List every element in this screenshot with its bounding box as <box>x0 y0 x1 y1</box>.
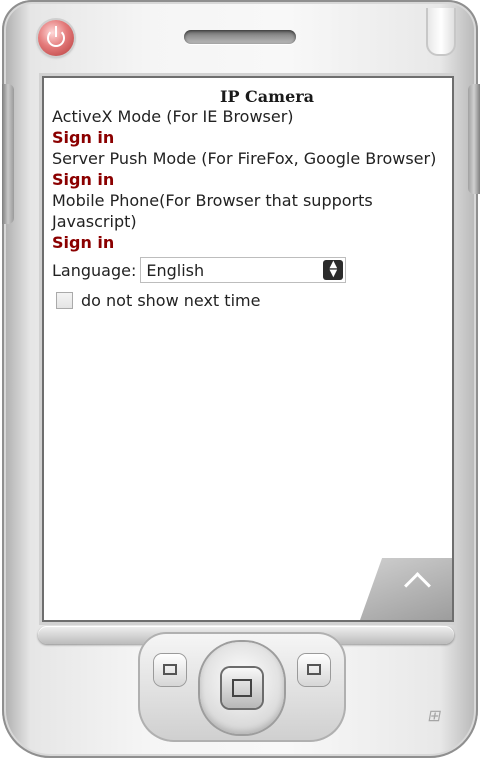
dpad-center-button[interactable] <box>222 668 262 708</box>
language-label: Language: <box>52 260 137 280</box>
device-screen: IP Camera ActiveX Mode (For IE Browser) … <box>42 76 454 622</box>
side-button-right[interactable] <box>468 84 480 194</box>
signin-link-mobile[interactable]: Sign in <box>52 232 448 253</box>
signin-link-activex[interactable]: Sign in <box>52 127 448 148</box>
language-select[interactable]: English ▲ ▼ <box>140 257 347 283</box>
page-title: IP Camera <box>219 87 315 106</box>
windows-logo-icon: ⊞ <box>426 706 444 725</box>
mode-description-mobile: Mobile Phone(For Browser that supports J… <box>52 191 373 231</box>
dont-show-checkbox[interactable] <box>56 291 73 309</box>
dont-show-label: do not show next time <box>81 290 261 310</box>
language-row: Language: English ▲ ▼ <box>52 255 448 285</box>
calendar-key[interactable] <box>154 654 186 686</box>
power-icon[interactable] <box>38 20 74 56</box>
dont-show-row: do not show next time <box>52 287 448 313</box>
mode-description-activex: ActiveX Mode (For IE Browser) <box>52 107 294 126</box>
softkey-button[interactable] <box>360 558 452 620</box>
side-button-left[interactable] <box>2 84 14 224</box>
dpad[interactable] <box>200 642 284 734</box>
stylus-slot <box>426 8 456 56</box>
pda-device-frame: IP Camera ActiveX Mode (For IE Browser) … <box>2 0 480 758</box>
contacts-icon <box>307 664 321 675</box>
chevron-up-icon <box>404 572 431 599</box>
language-selected-value: English <box>146 261 205 280</box>
contacts-key[interactable] <box>298 654 330 686</box>
hardware-nav-cluster <box>138 632 346 742</box>
speaker-grille <box>184 30 296 44</box>
chevron-updown-icon: ▲ ▼ <box>323 260 344 280</box>
mode-description-server-push: Server Push Mode (For FireFox, Google Br… <box>52 149 437 168</box>
page-content: IP Camera ActiveX Mode (For IE Browser) … <box>52 88 448 313</box>
calendar-icon <box>163 664 177 675</box>
signin-link-server-push[interactable]: Sign in <box>52 169 448 190</box>
